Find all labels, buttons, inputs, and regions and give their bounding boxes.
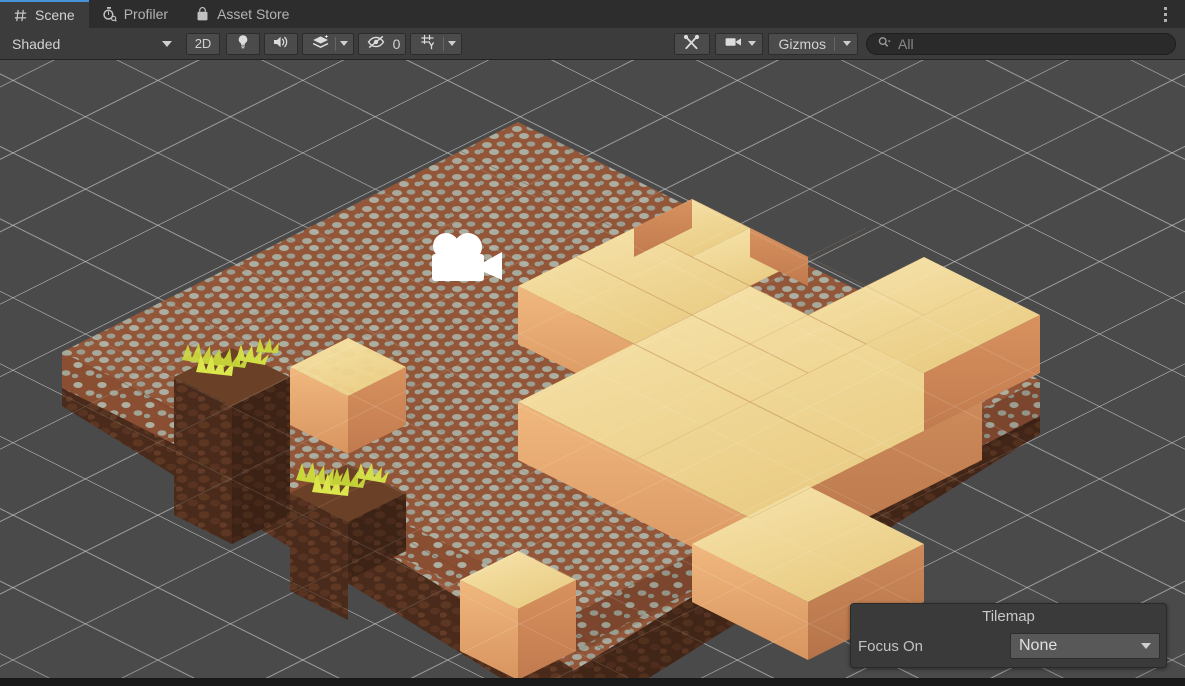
- hidden-objects-button[interactable]: 0: [358, 32, 406, 55]
- shopping-bag-icon: [194, 6, 210, 22]
- search-input[interactable]: All: [866, 32, 1176, 55]
- gizmos-dropdown-button[interactable]: Gizmos: [767, 32, 858, 55]
- lightbulb-icon: [234, 33, 252, 54]
- lighting-toggle-button[interactable]: [226, 32, 260, 55]
- tab-label: Asset Store: [217, 6, 290, 22]
- chevron-down-icon: [339, 41, 348, 46]
- effects-dropdown-button[interactable]: [302, 32, 354, 55]
- grid-dropdown-button[interactable]: [410, 32, 462, 55]
- tab-label: Scene: [35, 7, 75, 23]
- eye-off-icon: [366, 34, 386, 53]
- chevron-down-icon: [162, 40, 172, 47]
- kebab-menu-icon[interactable]: [1153, 0, 1177, 28]
- video-camera-icon: [724, 35, 744, 52]
- search-placeholder-text: All: [898, 35, 914, 52]
- hidden-objects-count: 0: [392, 35, 401, 52]
- divider: [334, 36, 336, 51]
- tab-scene[interactable]: Scene: [0, 0, 89, 28]
- toggle-2d-label: 2D: [194, 36, 212, 51]
- focus-on-row: Focus On None: [851, 630, 1166, 662]
- draw-mode-dropdown[interactable]: Shaded: [2, 31, 180, 56]
- divider: [442, 36, 444, 51]
- tab-profiler[interactable]: Profiler: [89, 0, 182, 28]
- gizmos-label: Gizmos: [778, 35, 826, 52]
- focus-on-dropdown[interactable]: None: [1010, 633, 1160, 659]
- tab-asset-store[interactable]: Asset Store: [182, 0, 303, 28]
- scene-camera-dropdown-button[interactable]: [714, 32, 763, 55]
- tilemap-panel-title: Tilemap: [982, 608, 1035, 625]
- scene-view[interactable]: Tilemap Focus On None: [0, 60, 1185, 678]
- audio-toggle-button[interactable]: [264, 32, 298, 55]
- chevron-down-icon: [747, 41, 756, 46]
- draw-mode-label: Shaded: [12, 35, 61, 52]
- unity-editor-window: Scene Profiler Asset Store Shaded 2D 0 G…: [0, 0, 1185, 686]
- scene-toolbar: Shaded 2D 0 Gizmos All: [0, 28, 1185, 60]
- tilemap-overlay-panel[interactable]: Tilemap Focus On None: [850, 603, 1167, 668]
- divider: [834, 36, 835, 51]
- chevron-down-icon: [843, 41, 851, 46]
- scene-camera-gizmo-icon[interactable]: [424, 232, 516, 288]
- tab-label: Profiler: [123, 6, 169, 22]
- toggle-2d-button[interactable]: 2D: [186, 32, 220, 55]
- grid-axis-y-icon: [419, 33, 439, 54]
- tab-bar: Scene Profiler Asset Store: [0, 0, 1185, 28]
- focus-on-label: Focus On: [858, 637, 924, 655]
- tools-wrench-screwdriver-icon: [682, 33, 701, 55]
- search-dropdown-icon: [877, 35, 892, 52]
- chevron-down-icon: [447, 41, 456, 46]
- isometric-grid-overlay: [0, 60, 1185, 678]
- stopwatch-icon: [101, 6, 117, 22]
- grid-hash-icon: [12, 7, 28, 23]
- speaker-icon: [272, 34, 290, 53]
- chevron-down-icon: [1141, 643, 1151, 649]
- effects-layers-icon: [311, 33, 331, 54]
- window-bottom-strip: [0, 678, 1185, 686]
- scene-tools-button[interactable]: [673, 32, 710, 55]
- focus-on-value: None: [1019, 637, 1058, 654]
